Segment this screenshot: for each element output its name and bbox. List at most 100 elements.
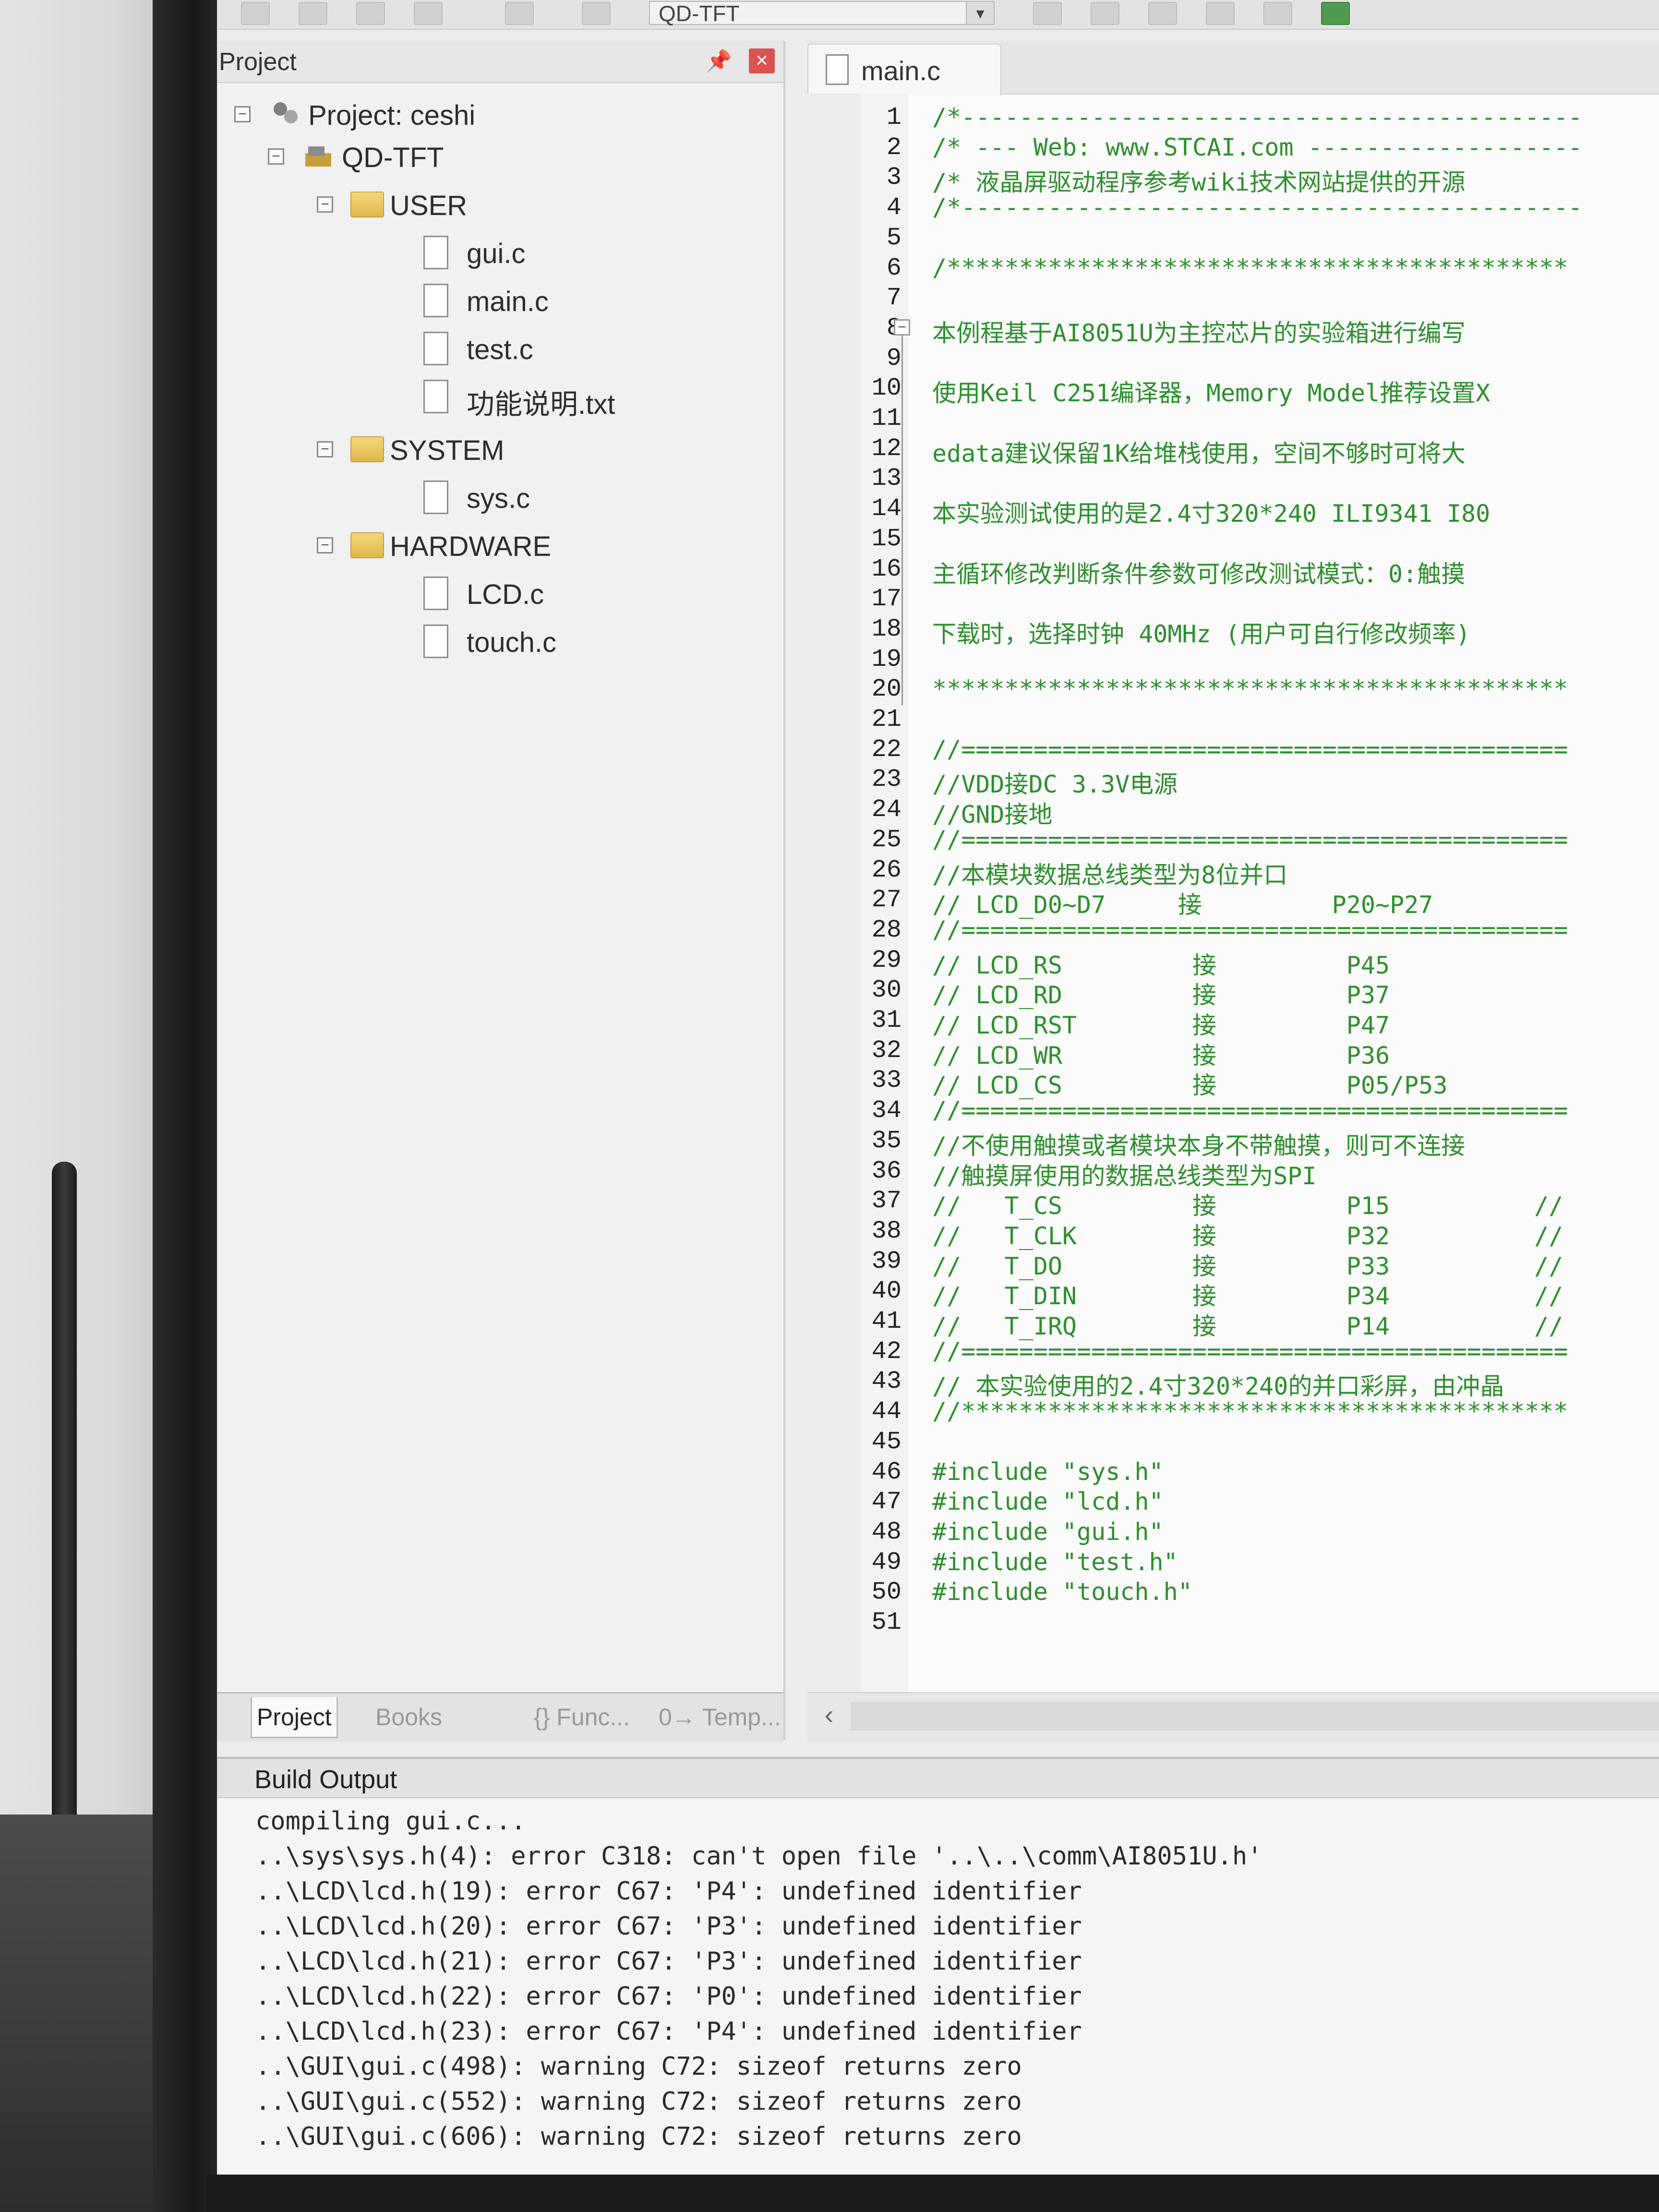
code-line[interactable]: 本实验测试使用的是2.4寸320*240 ILI9341 I80 [932,494,1490,529]
fold-toggle[interactable]: − [894,319,910,336]
tree-root[interactable]: − Project: ceshi [217,95,783,138]
code-line[interactable]: /* 液晶屏驱动程序参考wiki技术网站提供的开源 [932,163,1466,198]
code-line[interactable]: /*--------------------------------------… [932,193,1583,221]
code-line[interactable]: /* --- Web: www.STCAI.com --------------… [932,133,1583,161]
code-line[interactable]: //======================================… [932,826,1568,854]
collapse-toggle[interactable]: − [317,441,333,457]
line-number: 24 [871,795,902,824]
code-line[interactable]: //不使用触摸或者模块本身不带触摸，则可不连接 [932,1127,1465,1161]
code-line[interactable]: // T_DIN 接 P34 // [932,1277,1563,1311]
tab-main-c[interactable]: main.c [807,44,1001,96]
line-number: 41 [871,1307,902,1335]
build-output-line[interactable]: ..\GUI\gui.c(498): warning C72: sizeof r… [255,2052,1022,2081]
toolbar-icon[interactable] [241,2,270,25]
tree-target[interactable]: − QD-TFT [217,137,783,180]
code-line[interactable]: // LCD_RD 接 P37 [932,976,1390,1010]
scroll-track[interactable] [851,1702,1659,1731]
tree-file[interactable]: gui.c [217,233,783,276]
build-output-line[interactable]: ..\GUI\gui.c(552): warning C72: sizeof r… [255,2087,1022,2116]
collapse-toggle[interactable]: − [268,148,284,165]
line-number: 38 [871,1217,902,1245]
code-line[interactable]: // LCD_RST 接 P47 [932,1006,1390,1041]
build-output-line[interactable]: ..\LCD\lcd.h(23): error C67: 'P4': undef… [255,2017,1082,2046]
build-output-line[interactable]: ..\sys\sys.h(4): error C318: can't open … [255,1842,1262,1871]
toolbar-icon[interactable] [1033,2,1062,25]
line-number: 44 [871,1397,902,1426]
toolbar-icon[interactable] [1321,2,1350,25]
scroll-left-icon[interactable]: ‹ [812,1699,846,1732]
code-line[interactable]: //======================================… [932,735,1568,763]
toolbar-icon[interactable] [1148,2,1177,25]
code-line[interactable]: //VDD接DC 3.3V电源 [932,765,1178,800]
collapse-toggle[interactable]: − [317,196,333,213]
code-line[interactable]: //======================================… [932,1337,1568,1365]
code-line[interactable]: ****************************************… [932,675,1568,703]
tab-templates[interactable]: 0→ Temp... [659,1697,781,1737]
code-line[interactable]: #include "lcd.h" [932,1488,1164,1515]
toolbar-icon[interactable] [582,2,611,25]
code-line[interactable]: // T_CS 接 P15 // [932,1187,1563,1221]
code-line[interactable]: /*--------------------------------------… [932,103,1583,131]
line-number: 5 [886,224,902,252]
tree-group-hardware[interactable]: − HARDWARE [217,526,783,569]
code-area[interactable]: − /*------------------------------------… [894,94,1659,1692]
line-number: 23 [871,765,902,793]
code-line[interactable]: 下载时，选择时钟 40MHz (用户可自行修改频率) [932,615,1470,649]
line-number: 50 [871,1578,902,1606]
code-line[interactable]: // LCD_CS 接 P05/P53 [932,1066,1448,1101]
tab-project[interactable]: Project [251,1697,338,1738]
tree-file[interactable]: sys.c [217,478,783,521]
collapse-toggle[interactable]: − [317,537,333,553]
tree-file[interactable]: LCD.c [217,574,783,617]
tab-functions[interactable]: {} Func... [534,1697,630,1737]
code-line[interactable]: /***************************************… [932,254,1568,282]
code-line[interactable]: //**************************************… [932,1397,1568,1425]
code-line[interactable]: #include "test.h" [932,1548,1178,1576]
build-output-line[interactable]: ..\LCD\lcd.h(22): error C67: 'P0': undef… [255,1982,1082,2011]
build-output-line[interactable]: ..\LCD\lcd.h(20): error C67: 'P3': undef… [255,1912,1082,1941]
code-line[interactable]: 主循环修改判断条件参数可修改测试模式：0:触摸 [932,555,1465,589]
tree-file[interactable]: 功能说明.txt [217,377,783,420]
build-output-line[interactable]: ..\LCD\lcd.h(19): error C67: 'P4': undef… [255,1877,1082,1906]
tree-file[interactable]: test.c [217,329,783,372]
tree-group-user[interactable]: − USER [217,185,783,228]
code-line[interactable]: 本例程基于AI8051U为主控芯片的实验箱进行编写 [932,314,1466,349]
code-line[interactable]: #include "touch.h" [932,1578,1192,1606]
line-number: 11 [871,404,902,433]
chevron-down-icon[interactable]: ▾ [966,2,994,24]
code-line[interactable]: // 本实验使用的2.4寸320*240的并口彩屏，由冲晶 [932,1367,1504,1402]
code-line[interactable]: // T_IRQ 接 P14 // [932,1307,1563,1342]
code-line[interactable]: edata建议保留1K给堆栈使用，空间不够时可将大 [932,434,1466,469]
toolbar-icon[interactable] [299,2,327,25]
editor-tab-label: main.c [861,56,940,86]
tree-file-label: gui.c [467,238,526,269]
code-line[interactable]: // T_CLK 接 P32 // [932,1217,1563,1251]
line-number: 15 [871,525,902,553]
tree-group-system[interactable]: − SYSTEM [217,430,783,473]
close-icon[interactable]: × [749,48,775,73]
tab-books[interactable]: Books [375,1697,442,1737]
code-line[interactable]: //======================================… [932,916,1568,944]
code-line[interactable]: //GND接地 [932,795,1053,830]
toolbar-icon[interactable] [414,2,443,25]
code-line[interactable]: 使用Keil C251编译器，Memory Model推荐设置X [932,374,1490,409]
code-line[interactable]: // LCD_D0~D7 接 P20~P27 [932,886,1433,920]
build-output-line[interactable]: ..\LCD\lcd.h(21): error C67: 'P3': undef… [255,1947,1082,1976]
toolbar-icon[interactable] [1263,2,1292,25]
horizontal-scrollbar[interactable]: ‹ [807,1692,1659,1741]
editor-gutter[interactable] [807,94,861,1692]
toolbar-icon[interactable] [1206,2,1235,25]
tree-file[interactable]: main.c [217,281,783,324]
toolbar-icon[interactable] [356,2,385,25]
code-line[interactable]: //======================================… [932,1096,1568,1124]
tree-file[interactable]: touch.c [217,622,783,665]
build-output-line[interactable]: compiling gui.c... [255,1807,526,1836]
collapse-toggle[interactable]: − [234,106,251,122]
target-select[interactable]: QD-TFT ▾ [649,1,995,25]
build-output-line[interactable]: ..\GUI\gui.c(606): warning C72: sizeof r… [255,2122,1022,2151]
toolbar-icon[interactable] [1091,2,1119,25]
pin-icon[interactable]: 📌 [706,48,732,73]
code-line[interactable]: #include "gui.h" [932,1518,1164,1546]
code-line[interactable]: #include "sys.h" [932,1458,1164,1486]
toolbar-icon[interactable] [505,2,534,25]
